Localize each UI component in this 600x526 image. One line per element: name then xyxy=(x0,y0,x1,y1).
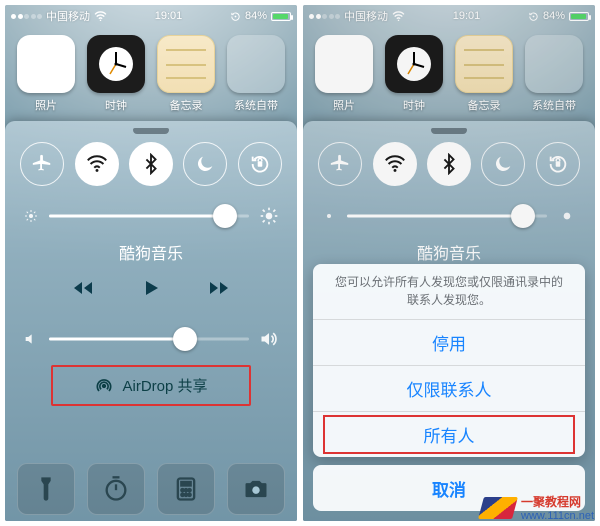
control-center: 酷狗音乐 AirDrop 共享 xyxy=(5,121,297,521)
moon-icon xyxy=(194,153,216,175)
action-sheet-message: 您可以允许所有人发现您或仅限通讯录中的联系人发现您。 xyxy=(313,264,585,319)
calculator-button[interactable] xyxy=(157,463,215,515)
volume-slider[interactable] xyxy=(49,327,249,351)
airdrop-label: AirDrop 共享 xyxy=(122,375,207,396)
action-sheet-cancel[interactable]: 取消 xyxy=(313,465,585,511)
signal-strength-icon xyxy=(11,14,42,19)
camera-icon xyxy=(242,475,270,503)
folder-icon xyxy=(227,35,285,93)
clock-time: 19:01 xyxy=(107,10,230,22)
app-label: 时钟 xyxy=(105,97,127,113)
next-track-button[interactable] xyxy=(207,276,231,305)
now-playing-title: 酷狗音乐 xyxy=(5,234,297,272)
airplane-icon xyxy=(31,153,53,175)
camera-button[interactable] xyxy=(227,463,285,515)
media-transport xyxy=(5,272,297,315)
airdrop-option-off[interactable]: 停用 xyxy=(313,319,585,365)
flashlight-button[interactable] xyxy=(17,463,75,515)
battery-icon xyxy=(271,12,291,21)
toggle-wifi[interactable] xyxy=(75,142,119,186)
screenshot-left: 中国移动 19:01 84% 照片 时钟 xyxy=(5,5,297,521)
airdrop-button[interactable]: AirDrop 共享 xyxy=(51,365,251,406)
carrier-label: 中国移动 xyxy=(46,8,90,24)
toggle-dnd[interactable] xyxy=(183,142,227,186)
airdrop-option-contacts[interactable]: 仅限联系人 xyxy=(313,365,585,411)
volume-slider-row xyxy=(5,315,297,357)
flashlight-icon xyxy=(32,475,60,503)
sheet-grabber[interactable] xyxy=(133,128,169,134)
app-label: 系统自带 xyxy=(234,97,278,113)
toggle-rotation-lock[interactable] xyxy=(238,142,282,186)
timer-button[interactable] xyxy=(87,463,145,515)
airdrop-icon xyxy=(94,376,114,396)
bluetooth-icon xyxy=(140,153,162,175)
volume-low-icon xyxy=(23,331,39,347)
play-button[interactable] xyxy=(139,276,163,305)
airdrop-action-sheet: 您可以允许所有人发现您或仅限通讯录中的联系人发现您。 停用 仅限联系人 所有人 … xyxy=(313,264,585,511)
toggle-airplane[interactable] xyxy=(20,142,64,186)
brightness-slider-row xyxy=(5,192,297,234)
prev-track-button[interactable] xyxy=(71,276,95,305)
status-bar: 中国移动 19:01 84% xyxy=(5,5,297,25)
app-label: 照片 xyxy=(35,97,57,113)
volume-high-icon xyxy=(259,329,279,349)
calculator-icon xyxy=(172,475,200,503)
photos-icon xyxy=(17,35,75,93)
brightness-low-icon xyxy=(23,208,39,224)
toggle-bluetooth[interactable] xyxy=(129,142,173,186)
battery-percent: 84% xyxy=(245,10,267,22)
rotation-lock-status-icon xyxy=(230,11,241,22)
wifi-icon xyxy=(94,11,107,21)
brightness-slider[interactable] xyxy=(49,204,249,228)
screenshot-right: 中国移动 19:01 84% 照片 时钟 备忘录 xyxy=(303,5,595,521)
rotation-lock-icon xyxy=(249,153,271,175)
app-label: 备忘录 xyxy=(170,97,203,113)
brightness-high-icon xyxy=(259,206,279,226)
clock-icon xyxy=(87,35,145,93)
airdrop-option-everyone[interactable]: 所有人 xyxy=(313,411,585,457)
wifi-icon xyxy=(86,153,108,175)
timer-icon xyxy=(102,475,130,503)
notes-icon xyxy=(157,35,215,93)
